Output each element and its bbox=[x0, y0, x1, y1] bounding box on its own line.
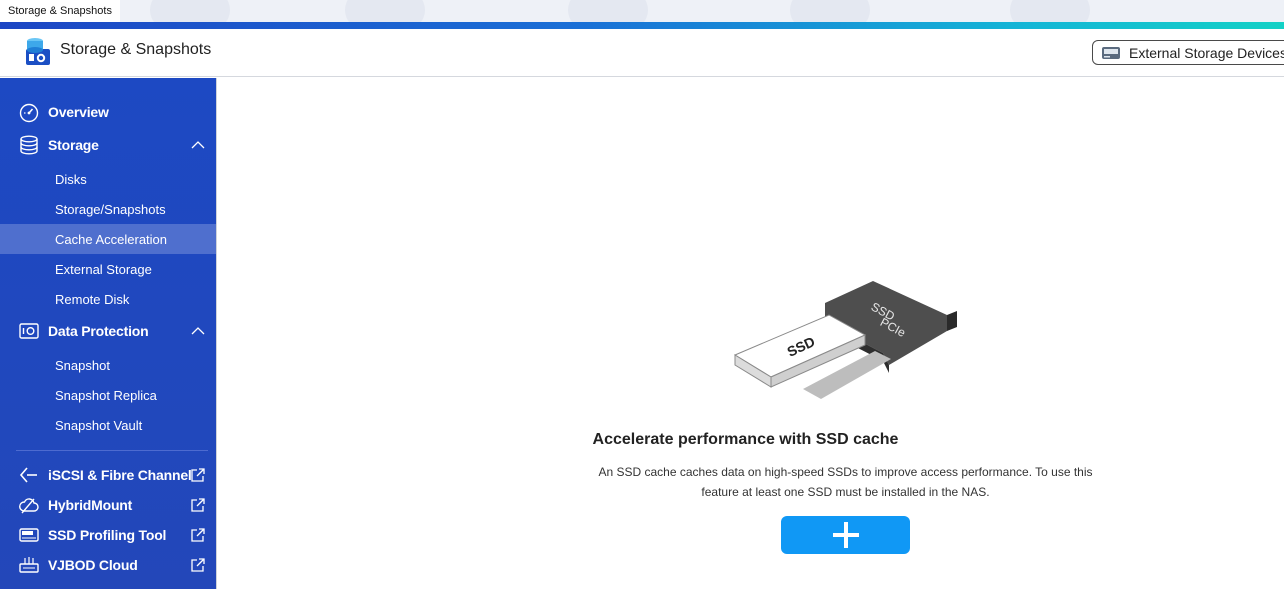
sidebar-item-label: Storage/Snapshots bbox=[55, 202, 166, 217]
sidebar-item-vjbod-cloud[interactable]: VJBOD Cloud bbox=[0, 550, 216, 580]
sidebar-item-external-storage[interactable]: External Storage bbox=[0, 254, 216, 284]
sidebar-item-label: HybridMount bbox=[48, 497, 133, 513]
database-icon bbox=[18, 134, 40, 156]
app-header: Storage & Snapshots External Storage Dev… bbox=[0, 29, 1284, 77]
sidebar-item-snapshot-vault[interactable]: Snapshot Vault bbox=[0, 410, 216, 440]
speedometer-icon bbox=[18, 101, 40, 123]
sidebar-item-label: Disks bbox=[55, 172, 87, 187]
ssd-cache-illustration: SSD PCIe SSD bbox=[733, 281, 957, 399]
sidebar-item-disks[interactable]: Disks bbox=[0, 164, 216, 194]
sidebar-item-hybridmount[interactable]: HybridMount bbox=[0, 490, 216, 520]
taskbar-app-icon bbox=[345, 0, 425, 22]
sidebar-item-data-protection-label: Data Protection bbox=[48, 323, 149, 339]
sidebar-item-overview[interactable]: Overview bbox=[0, 97, 216, 127]
chevron-up-icon[interactable] bbox=[190, 323, 206, 339]
add-ssd-cache-button[interactable] bbox=[781, 516, 910, 554]
sidebar-item-label: Cache Acceleration bbox=[55, 232, 168, 247]
plus-icon bbox=[832, 522, 859, 548]
sidebar-item-label: SSD Profiling Tool bbox=[48, 527, 167, 543]
sidebar-item-snapshot-replica[interactable]: Snapshot Replica bbox=[0, 380, 216, 410]
storage-app-logo-icon bbox=[26, 38, 50, 65]
sidebar-item-storage-label: Storage bbox=[48, 137, 99, 153]
external-link-icon[interactable] bbox=[190, 557, 206, 573]
sidebar-item-iscsi-fibre-channel[interactable]: iSCSI & Fibre Channel bbox=[0, 460, 216, 490]
sidebar-divider bbox=[16, 450, 208, 451]
external-link-icon[interactable] bbox=[190, 527, 206, 543]
chevron-up-icon[interactable] bbox=[190, 137, 206, 153]
sidebar-item-label: Snapshot Vault bbox=[55, 418, 143, 433]
sidebar-item-label: VJBOD Cloud bbox=[48, 557, 138, 573]
external-storage-devices-label: External Storage Devices bbox=[1129, 44, 1284, 61]
os-taskbar: Storage & Snapshots bbox=[0, 0, 1284, 22]
sidebar-item-storage[interactable]: Storage bbox=[0, 130, 216, 160]
iscsi-icon bbox=[18, 464, 40, 486]
external-link-icon[interactable] bbox=[190, 467, 206, 483]
sidebar-item-storage-snapshots[interactable]: Storage/Snapshots bbox=[0, 194, 216, 224]
app-title: Storage & Snapshots bbox=[60, 41, 212, 58]
safe-icon bbox=[18, 320, 40, 342]
cloud-mount-icon bbox=[18, 494, 40, 516]
taskbar-app-icon bbox=[150, 0, 230, 22]
external-drive-icon bbox=[1102, 46, 1120, 59]
sidebar-item-label: External Storage bbox=[55, 262, 152, 277]
sidebar-item-label: Remote Disk bbox=[55, 292, 130, 307]
sidebar: Overview Storage Disks Storage/Snapshots… bbox=[0, 78, 216, 589]
empty-state-title: Accelerate performance with SSD cache bbox=[592, 431, 899, 448]
sidebar-item-remote-disk[interactable]: Remote Disk bbox=[0, 284, 216, 314]
empty-state-description: An SSD cache caches data on high-speed S… bbox=[598, 465, 1093, 499]
ssd-icon bbox=[18, 524, 40, 546]
taskbar-window-title[interactable]: Storage & Snapshots bbox=[0, 0, 120, 22]
main-content: SSD PCIe SSD Accelerate performance with… bbox=[216, 78, 1284, 589]
taskbar-app-icon bbox=[790, 0, 870, 22]
sidebar-item-label: Snapshot bbox=[55, 358, 110, 373]
external-link-icon[interactable] bbox=[190, 497, 206, 513]
sidebar-item-label: Snapshot Replica bbox=[55, 388, 157, 403]
sidebar-item-snapshot[interactable]: Snapshot bbox=[0, 350, 216, 380]
sidebar-item-overview-label: Overview bbox=[48, 104, 109, 120]
sidebar-item-ssd-profiling-tool[interactable]: SSD Profiling Tool bbox=[0, 520, 216, 550]
taskbar-app-icon bbox=[568, 0, 648, 22]
vjbod-icon bbox=[18, 554, 40, 576]
sidebar-item-label: iSCSI & Fibre Channel bbox=[48, 467, 192, 483]
taskbar-app-icon bbox=[1010, 0, 1090, 22]
sidebar-item-data-protection[interactable]: Data Protection bbox=[0, 316, 216, 346]
external-storage-devices-button[interactable]: External Storage Devices bbox=[1092, 40, 1284, 65]
accent-strip bbox=[0, 22, 1284, 29]
sidebar-item-cache-acceleration[interactable]: Cache Acceleration bbox=[0, 224, 216, 254]
